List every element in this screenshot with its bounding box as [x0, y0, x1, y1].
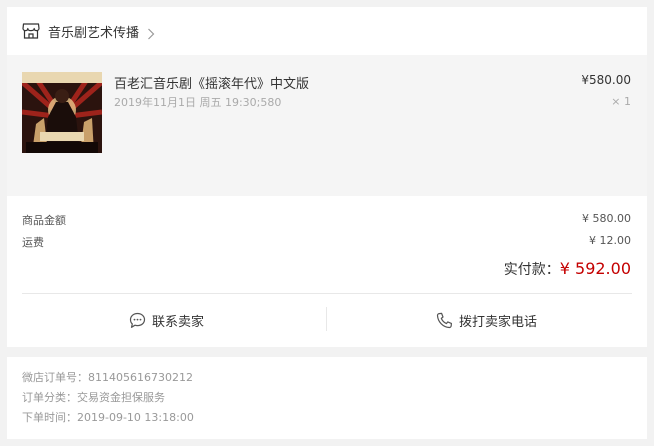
product-quantity: × 1 — [611, 95, 631, 108]
order-number: 微店订单号：811405616730212 — [22, 371, 193, 384]
goods-amount-value: ¥ 580.00 — [582, 212, 631, 225]
call-seller-label: 拨打卖家电话 — [458, 314, 537, 330]
shipping-label: 运费 — [22, 236, 44, 249]
paid-amount: 实付款： ¥ 592.00 — [504, 259, 631, 279]
paid-label: 实付款： — [503, 262, 560, 278]
shop-name: 音乐剧艺术传播 — [48, 25, 140, 41]
contact-seller-label: 联系卖家 — [151, 314, 204, 330]
product-sku: 2019年11月1日 周五 19:30;580 — [114, 96, 282, 109]
chevron-right-icon — [147, 25, 155, 40]
order-card: 音乐剧艺术传播 百老汇音乐剧《摇滚年代》中文版 2019年11月1日 周五 19… — [7, 7, 647, 347]
store-icon — [22, 23, 40, 39]
product-title: 百老汇音乐剧《摇滚年代》中文版 — [114, 77, 310, 92]
order-category: 订单分类：交易资金担保服务 — [22, 391, 165, 404]
product-price: ¥580.00 — [581, 73, 631, 87]
call-seller-button[interactable]: 拨打卖家电话 — [327, 307, 646, 333]
shipping-value: ¥ 12.00 — [589, 234, 631, 247]
order-info-card: 微店订单号：811405616730212 订单分类：交易资金担保服务 下单时间… — [7, 357, 647, 439]
contact-seller-button[interactable]: 联系卖家 — [7, 307, 326, 333]
product-item[interactable]: 百老汇音乐剧《摇滚年代》中文版 2019年11月1日 周五 19:30;580 … — [7, 55, 647, 196]
paid-value: ¥ 592.00 — [559, 259, 631, 278]
shop-header[interactable]: 音乐剧艺术传播 — [7, 7, 647, 55]
goods-amount-label: 商品金额 — [22, 214, 66, 227]
order-time: 下单时间：2019-09-10 13:18:00 — [22, 411, 194, 424]
phone-icon — [436, 312, 453, 329]
product-poster — [22, 72, 102, 153]
chat-icon — [129, 312, 146, 329]
divider — [22, 293, 632, 294]
